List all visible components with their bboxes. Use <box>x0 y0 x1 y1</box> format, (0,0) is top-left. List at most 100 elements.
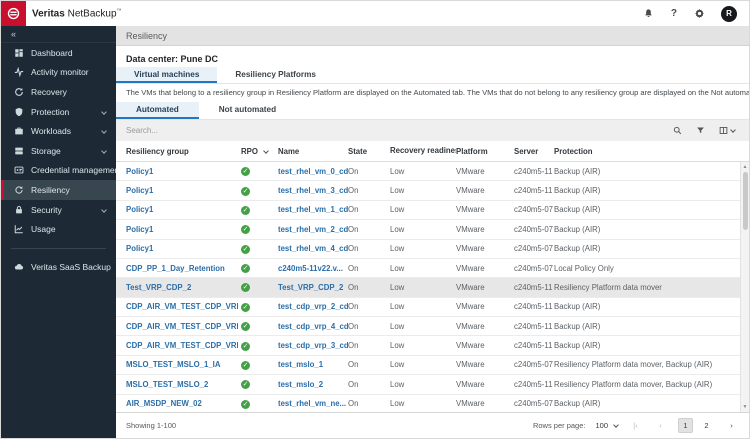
sidebar-item-security[interactable]: Security <box>1 200 116 220</box>
resiliency-group-link[interactable]: Policy1 <box>116 205 238 214</box>
scroll-down-icon[interactable]: ▼ <box>743 402 748 412</box>
vm-name-link[interactable]: test_rhel_vm_3_cd <box>278 186 348 195</box>
tab-virtual-machines[interactable]: Virtual machines <box>116 67 218 83</box>
resiliency-group-link[interactable]: CDP_PP_1_Day_Retention <box>116 264 238 273</box>
showing-count: Showing 1-100 <box>126 421 177 430</box>
vertical-scrollbar[interactable]: ▲ ▼ <box>740 162 749 412</box>
rpo-ok-icon: ✓ <box>241 264 250 274</box>
resiliency-group-link[interactable]: Policy1 <box>116 167 238 176</box>
search-input[interactable] <box>116 126 673 135</box>
rpo-ok-icon: ✓ <box>241 302 250 312</box>
app-root: Veritas NetBackup™ ? R « Dashboard Activ… <box>0 0 750 439</box>
vm-name-link[interactable]: c240m5-11v22.v... <box>278 264 348 273</box>
vm-name-link[interactable]: test_rhel_vm_1_cd <box>278 205 348 214</box>
rpo-cell: ✓ <box>238 321 278 332</box>
sidebar-item-storage[interactable]: Storage <box>1 141 116 161</box>
subtab-automated[interactable]: Automated <box>116 102 199 119</box>
column-settings-icon[interactable] <box>719 126 736 135</box>
rows-per-page-select[interactable]: 100 <box>595 421 619 430</box>
resiliency-group-link[interactable]: CDP_AIR_VM_TEST_CDP_VRP_2_CD <box>116 302 238 311</box>
next-page-button[interactable]: › <box>724 418 739 433</box>
vm-name-link[interactable]: Test_VRP_CDP_2 <box>278 283 348 292</box>
activity-monitor-icon <box>13 67 24 78</box>
page-button-1[interactable]: 1 <box>678 418 693 433</box>
first-page-button[interactable]: |‹ <box>628 418 643 433</box>
vm-name-link[interactable]: test_cdp_vrp_3_cd <box>278 341 348 350</box>
table-row[interactable]: MSLO_TEST_MSLO_2 ✓ test_mslo_2 On Low VM… <box>116 375 740 395</box>
search-icon[interactable] <box>673 126 682 135</box>
state-cell: On <box>348 186 359 196</box>
settings-gear-icon[interactable] <box>693 8 705 20</box>
chevron-down-icon <box>101 147 107 154</box>
sidebar-item-workloads[interactable]: Workloads <box>1 121 116 141</box>
sidebar-item-credential-management[interactable]: Credential management <box>1 161 116 181</box>
resiliency-group-link[interactable]: CDP_AIR_VM_TEST_CDP_VRP_4_CD <box>116 322 238 331</box>
server-cell: c240m5-07 <box>514 224 554 234</box>
resiliency-group-link[interactable]: Policy1 <box>116 244 238 253</box>
sidebar-item-dashboard[interactable]: Dashboard <box>1 43 116 63</box>
previous-page-button[interactable]: ‹ <box>653 418 668 433</box>
saas-backup-cloud-icon <box>13 261 24 272</box>
page-number-buttons: 12 <box>678 418 714 433</box>
vm-name-link[interactable]: test_cdp_vrp_2_cd <box>278 302 348 311</box>
vm-name-link[interactable]: test_mslo_1 <box>278 360 348 369</box>
sidebar-item-activity-monitor[interactable]: Activity monitor <box>1 63 116 83</box>
subtab-not-automated[interactable]: Not automated <box>199 102 296 119</box>
resiliency-group-link[interactable]: CDP_AIR_VM_TEST_CDP_VRP_3_CD <box>116 341 238 350</box>
sidebar-item-protection[interactable]: Protection <box>1 102 116 122</box>
platform-cell: VMware <box>456 379 485 389</box>
column-header-server: Server <box>514 146 539 156</box>
vm-name-link[interactable]: test_rhel_vm_2_cd <box>278 225 348 234</box>
table-row[interactable]: Policy1 ✓ test_rhel_vm_4_cd On Low VMwar… <box>116 239 740 259</box>
resiliency-group-link[interactable]: MSLO_TEST_MSLO_1_IA <box>116 360 238 369</box>
vm-name-link[interactable]: test_cdp_vrp_4_cd <box>278 322 348 331</box>
platform-cell: VMware <box>456 186 485 196</box>
rpo-ok-icon: ✓ <box>241 225 250 235</box>
resiliency-group-link[interactable]: Policy1 <box>116 225 238 234</box>
protection-cell: Resiliency Platform data mover, Backup (… <box>554 379 713 389</box>
page-title: Resiliency <box>116 26 749 46</box>
vm-name-link[interactable]: test_rhel_vm_ne... <box>278 399 348 408</box>
table-row[interactable]: Policy1 ✓ test_rhel_vm_3_cd On Low VMwar… <box>116 181 740 201</box>
table-row[interactable]: CDP_AIR_VM_TEST_CDP_VRP_3_CD ✓ test_cdp_… <box>116 336 740 356</box>
table-row[interactable]: Test_VRP_CDP_2 ✓ Test_VRP_CDP_2 On Low V… <box>116 278 740 298</box>
sidebar-item-label: Usage <box>31 224 56 235</box>
sidebar-item-veritas-saas-backup[interactable]: Veritas SaaS Backup <box>1 257 116 277</box>
vm-name-link[interactable]: test_rhel_vm_4_cd <box>278 244 348 253</box>
table-toolbar <box>116 120 749 141</box>
notifications-bell-icon[interactable] <box>643 8 655 20</box>
rpo-cell: ✓ <box>238 244 278 254</box>
resiliency-group-link[interactable]: Policy1 <box>116 186 238 195</box>
resiliency-group-link[interactable]: AIR_MSDP_NEW_02 <box>116 399 238 408</box>
user-avatar[interactable]: R <box>721 5 737 22</box>
sidebar-item-resiliency[interactable]: Resiliency <box>1 180 116 200</box>
sidebar-item-recovery[interactable]: Recovery <box>1 82 116 102</box>
table-row[interactable]: CDP_AIR_VM_TEST_CDP_VRP_2_CD ✓ test_cdp_… <box>116 297 740 317</box>
table-row[interactable]: AIR_MSDP_NEW_02 ✓ test_rhel_vm_ne... On … <box>116 394 740 412</box>
vm-name-link[interactable]: test_rhel_vm_0_cd <box>278 167 348 176</box>
protection-cell: Backup (AIR) <box>554 224 601 234</box>
sidebar-item-usage[interactable]: Usage <box>1 219 116 239</box>
sidebar-collapse-button[interactable]: « <box>1 26 116 43</box>
server-cell: c240m5-07 <box>514 205 554 215</box>
protection-cell: Resiliency Platform data mover, Backup (… <box>554 360 713 370</box>
protection-cell: Backup (AIR) <box>554 205 601 215</box>
vm-name-link[interactable]: test_mslo_2 <box>278 380 348 389</box>
table-row[interactable]: Policy1 ✓ test_rhel_vm_1_cd On Low VMwar… <box>116 200 740 221</box>
page-button-2[interactable]: 2 <box>699 418 714 433</box>
column-header-rpo[interactable]: RPO <box>238 147 278 156</box>
scrollbar-thumb[interactable] <box>742 172 748 230</box>
readiness-cell: Low <box>390 282 405 292</box>
table-row[interactable]: Policy1 ✓ test_rhel_vm_0_cd On Low VMwar… <box>116 162 740 182</box>
table-row[interactable]: CDP_AIR_VM_TEST_CDP_VRP_4_CD ✓ test_cdp_… <box>116 317 740 337</box>
resiliency-group-link[interactable]: MSLO_TEST_MSLO_2 <box>116 380 238 389</box>
scroll-up-icon[interactable]: ▲ <box>743 162 748 172</box>
resiliency-group-link[interactable]: Test_VRP_CDP_2 <box>116 283 238 292</box>
security-icon <box>13 204 24 215</box>
help-icon[interactable]: ? <box>671 8 677 19</box>
table-row[interactable]: CDP_PP_1_Day_Retention ✓ c240m5-11v22.v.… <box>116 258 740 279</box>
filter-icon[interactable] <box>696 126 705 135</box>
table-row[interactable]: MSLO_TEST_MSLO_1_IA ✓ test_mslo_1 On Low… <box>116 355 740 376</box>
table-row[interactable]: Policy1 ✓ test_rhel_vm_2_cd On Low VMwar… <box>116 220 740 240</box>
tab-resiliency-platforms[interactable]: Resiliency Platforms <box>217 67 334 83</box>
